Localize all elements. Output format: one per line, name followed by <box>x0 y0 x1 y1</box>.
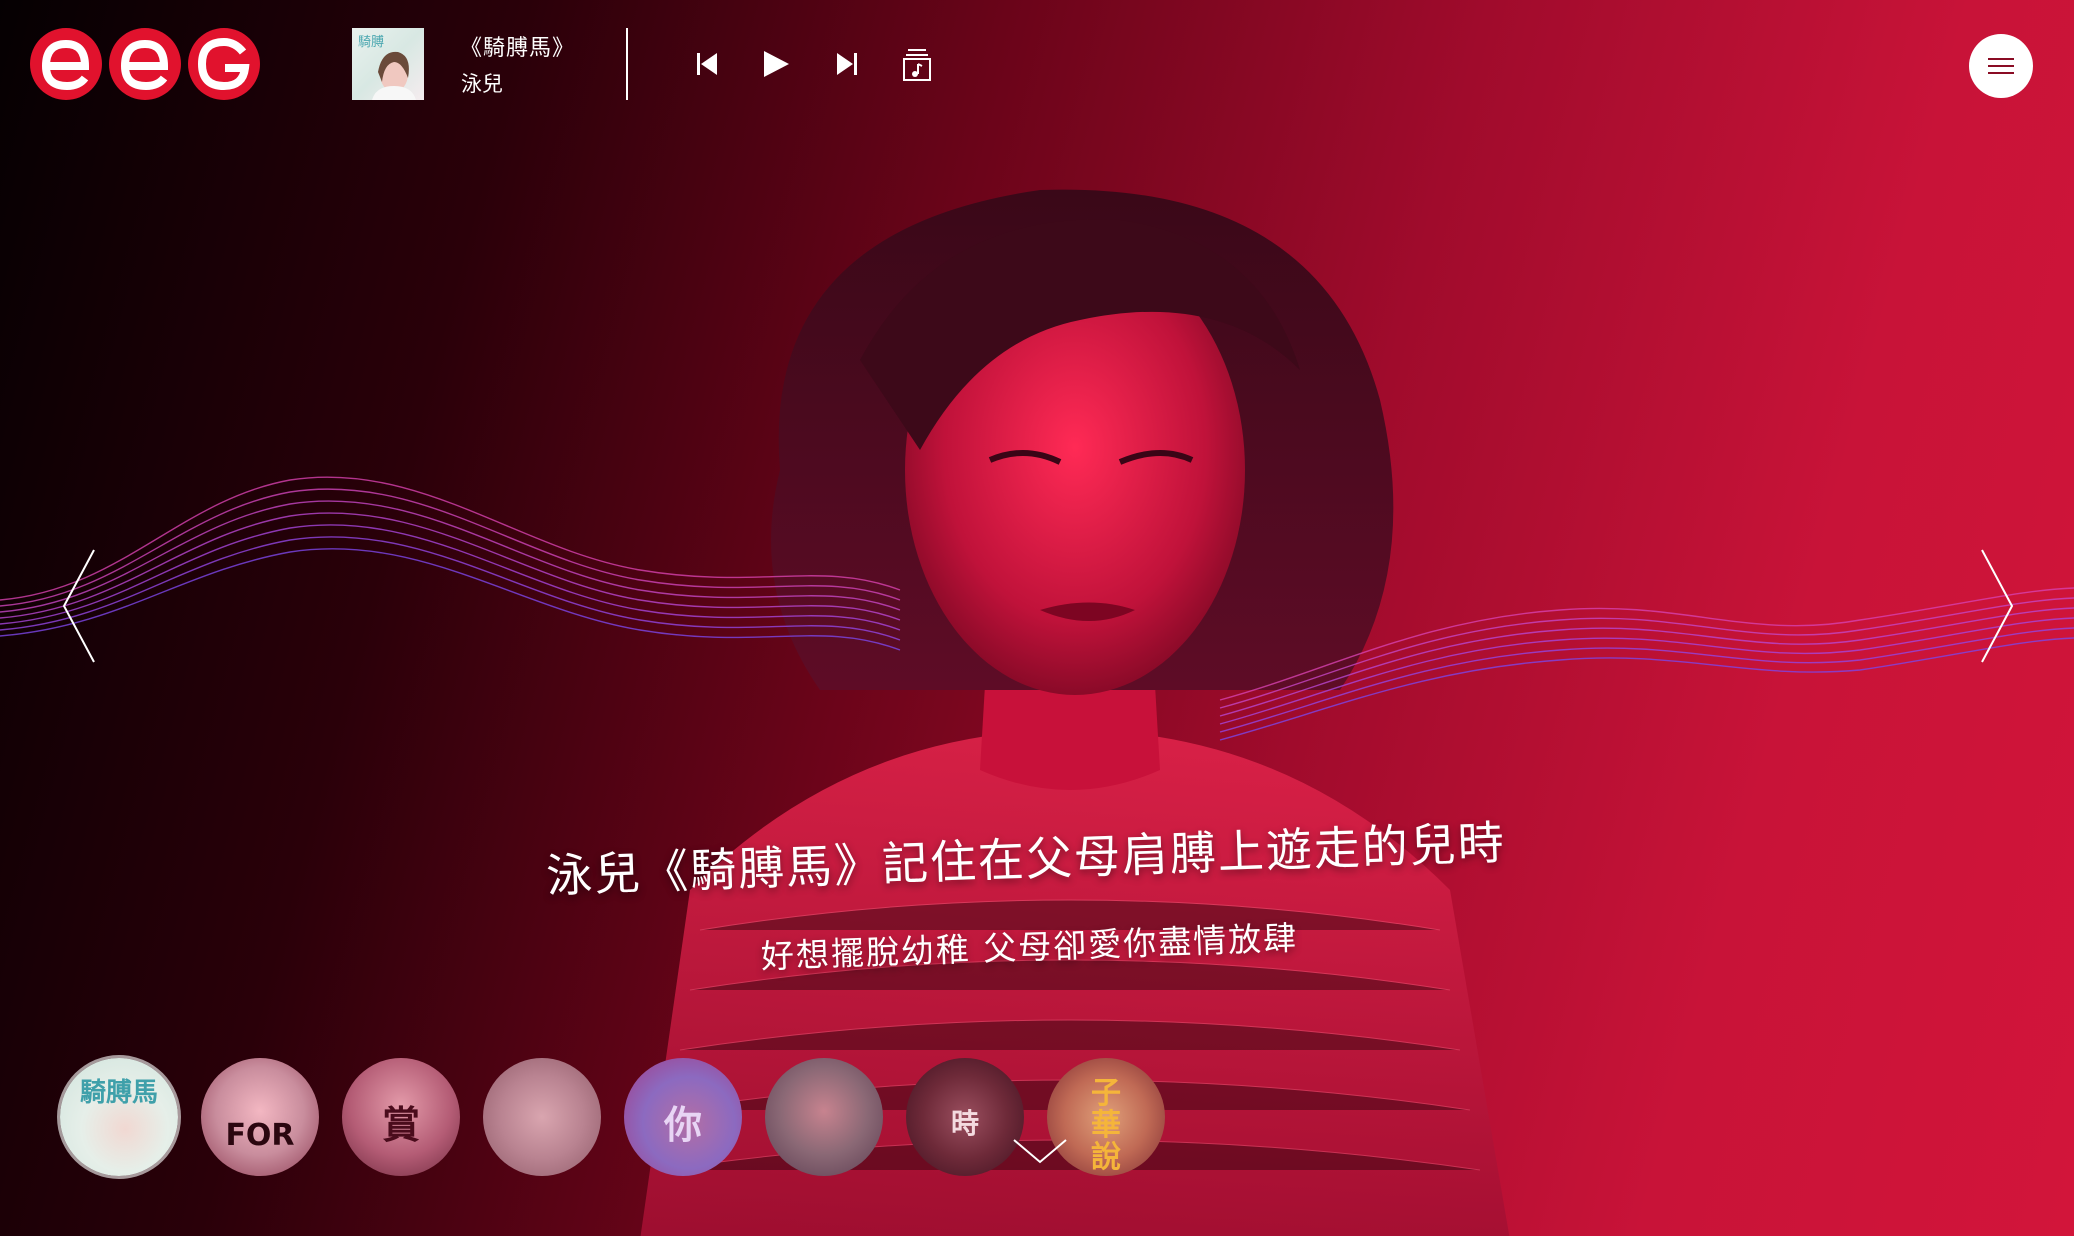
carousel-thumb-label: FOR <box>225 1118 295 1153</box>
now-playing-title: 《騎膊馬》 <box>460 36 576 61</box>
eeg-logo[interactable] <box>29 26 263 102</box>
chevron-left-icon[interactable] <box>60 548 100 664</box>
hamburger-icon-line <box>1988 58 2014 60</box>
carousel-thumb-7[interactable]: 時 <box>906 1058 1024 1176</box>
carousel-thumb-5[interactable]: 你 <box>624 1058 742 1176</box>
chevron-down-icon[interactable] <box>1010 1136 1070 1166</box>
player-divider <box>626 28 628 100</box>
sound-wave-graphic <box>0 476 2074 741</box>
next-icon[interactable] <box>827 44 867 84</box>
carousel-thumb-2[interactable]: FOR <box>201 1058 319 1176</box>
now-playing-album-art[interactable]: 騎膊 <box>352 28 424 100</box>
carousel-thumb-label: 賞 <box>381 1103 420 1147</box>
carousel-thumb-6[interactable] <box>765 1058 883 1176</box>
hamburger-icon-line <box>1988 72 2014 74</box>
carousel-thumb-1[interactable]: 騎膊馬 <box>60 1058 178 1176</box>
carousel-thumb-label: 時 <box>950 1107 979 1140</box>
carousel-thumb-3[interactable]: 賞 <box>342 1058 460 1176</box>
svg-text:騎膊: 騎膊 <box>358 34 384 50</box>
previous-icon[interactable] <box>687 44 727 84</box>
album-art-image: 騎膊 <box>358 34 416 100</box>
carousel-thumb-4[interactable] <box>483 1058 601 1176</box>
now-playing-artist: 泳兒 <box>461 72 503 96</box>
menu-button[interactable] <box>1969 34 2033 98</box>
chevron-right-icon[interactable] <box>1976 548 2016 664</box>
play-icon[interactable] <box>756 44 796 84</box>
hamburger-icon-line <box>1988 65 2014 67</box>
carousel-thumb-label: 你 <box>663 1103 702 1147</box>
carousel-thumb-label: 騎膊馬 <box>79 1078 158 1108</box>
hero-stage: 騎膊 《騎膊馬》 泳兒 泳兒《騎膊馬》記住在父母肩膊上遊走的兒時 好想擺脫幼稚 … <box>0 0 2074 1236</box>
playlist-icon[interactable] <box>897 44 937 84</box>
